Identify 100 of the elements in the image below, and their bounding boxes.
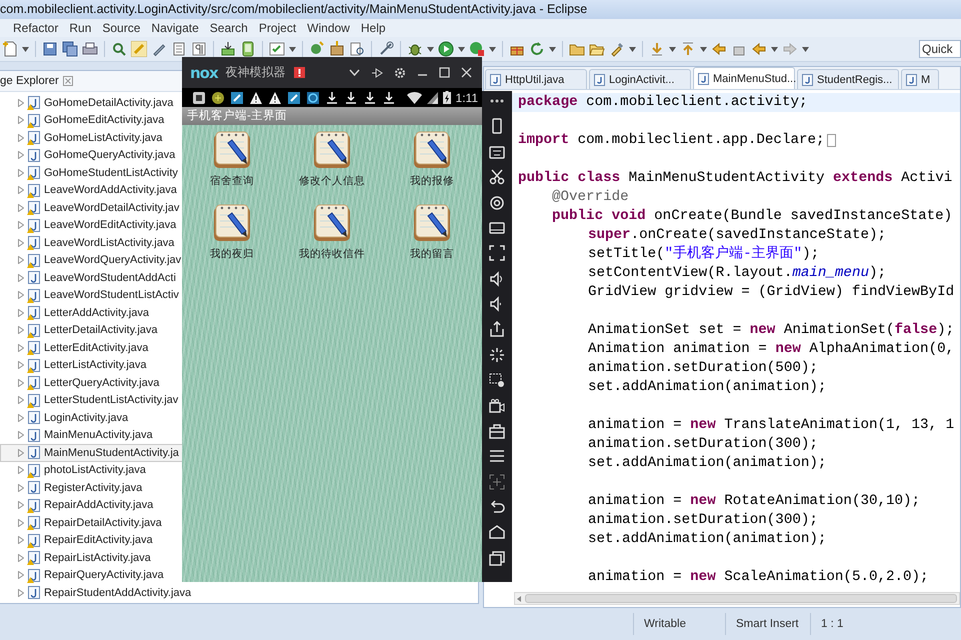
multi-window-icon[interactable] [489, 474, 505, 490]
notepad-icon[interactable] [312, 203, 352, 243]
tree-item[interactable]: LeaveWordDetailActivity.jav [0, 199, 183, 216]
menu-icon[interactable] [489, 448, 505, 464]
monitor-icon[interactable] [489, 220, 505, 236]
settings-icon[interactable] [394, 66, 406, 78]
expand-arrow-icon[interactable] [18, 466, 24, 474]
expand-arrow-icon[interactable] [18, 204, 24, 212]
expand-arrow-icon[interactable] [18, 484, 24, 492]
tree-item[interactable]: LetterDetailActivity.java [0, 322, 183, 339]
tree-item[interactable]: photoListActivity.java [0, 462, 183, 479]
menu-item[interactable]: Window [307, 21, 350, 35]
previous-annotation-icon[interactable] [680, 41, 696, 57]
expand-arrow-icon[interactable] [18, 571, 24, 580]
download-icon[interactable] [220, 41, 236, 57]
expand-arrow-icon[interactable] [18, 168, 24, 177]
tree-item[interactable]: LeaveWordStudentAddActi [0, 269, 183, 286]
tree-item[interactable]: GoHomeStudentListActivity [0, 164, 183, 182]
device-icon[interactable] [240, 41, 256, 57]
menu-item[interactable]: Navigate [151, 21, 199, 35]
expand-arrow-icon[interactable] [18, 501, 24, 510]
tree-item[interactable]: RepairEditActivity.java [0, 532, 183, 549]
tree-item[interactable]: LeaveWordEditActivity.java [0, 216, 183, 234]
expand-arrow-icon[interactable] [18, 98, 24, 107]
expand-arrow-icon[interactable] [18, 414, 24, 422]
shake-icon[interactable] [489, 346, 505, 363]
maximize-icon[interactable] [439, 67, 450, 78]
package-icon[interactable] [329, 41, 345, 57]
tree-item[interactable]: LeaveWordAddActivity.java [0, 182, 183, 199]
expand-arrow-icon[interactable] [18, 326, 24, 334]
back-arrow-icon[interactable] [751, 41, 767, 57]
expand-arrow-icon[interactable] [18, 361, 24, 370]
horizontal-scrollbar[interactable] [514, 592, 960, 605]
expand-arrow-icon[interactable] [18, 291, 24, 300]
notepad-icon[interactable] [412, 203, 452, 243]
scroll-left-icon[interactable] [515, 594, 523, 602]
expand-arrow-icon[interactable] [18, 308, 24, 317]
print-icon[interactable] [82, 41, 98, 57]
dropdown-caret-icon[interactable] [427, 46, 434, 52]
notepad-icon[interactable] [412, 130, 452, 170]
menu-label[interactable]: 我的报修 [410, 174, 454, 188]
notepad-icon[interactable] [212, 203, 252, 243]
menu-item[interactable]: Source [102, 21, 140, 35]
expand-arrow-icon[interactable] [18, 116, 24, 124]
tree-item[interactable]: GoHomeListActivity.java [0, 129, 183, 146]
tree-item[interactable]: LeaveWordQueryActivity.jav [0, 252, 183, 269]
editor-tab[interactable]: LoginActivit... [589, 69, 691, 89]
expand-arrow-icon[interactable] [18, 344, 24, 352]
home-icon[interactable] [489, 524, 505, 540]
expand-arrow-icon[interactable] [18, 536, 24, 544]
quick-access-field[interactable]: Quick [919, 40, 961, 58]
scissors-icon[interactable] [489, 169, 505, 186]
pin-icon[interactable] [371, 66, 383, 78]
volume-up-icon[interactable] [489, 270, 505, 287]
tree-item[interactable]: MainMenuStudentActivity.ja [0, 444, 183, 462]
brush-icon[interactable] [609, 41, 625, 57]
menu-label[interactable]: 我的待收信件 [299, 247, 365, 261]
tool-icon[interactable] [378, 41, 394, 57]
dropdown-caret-icon[interactable] [700, 46, 707, 52]
dropdown-caret-icon[interactable] [629, 46, 636, 52]
refresh-icon[interactable] [529, 41, 545, 57]
menu-item[interactable]: Project [258, 21, 296, 35]
location-icon[interactable] [489, 194, 505, 210]
tree-item[interactable]: GoHomeQueryActivity.java [0, 146, 183, 164]
tree-item[interactable]: LetterQueryActivity.java [0, 374, 183, 392]
tree-item[interactable]: LoginActivity.java [0, 409, 183, 426]
tree-item[interactable]: GoHomeDetailActivity.java [0, 94, 183, 112]
tree-item[interactable]: LetterListActivity.java [0, 356, 183, 374]
new-file-icon[interactable] [2, 41, 18, 57]
expand-arrow-icon[interactable] [18, 256, 24, 264]
expand-arrow-icon[interactable] [18, 238, 24, 247]
expand-arrow-icon[interactable] [18, 431, 24, 440]
document-icon[interactable] [171, 41, 187, 57]
notepad-icon[interactable] [212, 130, 252, 170]
tree-item[interactable]: LeaveWordListActivity.java [0, 234, 183, 252]
menu-label[interactable]: 宿舍查询 [210, 174, 254, 188]
recents-icon[interactable] [489, 550, 505, 566]
menu-item[interactable]: Help [360, 21, 386, 35]
upload-icon[interactable] [489, 321, 505, 338]
close-icon[interactable] [461, 67, 472, 78]
expand-arrow-icon[interactable] [18, 588, 24, 597]
save-icon[interactable] [42, 41, 58, 57]
expand-arrow-icon[interactable] [18, 554, 24, 562]
expand-arrow-icon[interactable] [18, 186, 24, 194]
expand-arrow-icon[interactable] [18, 221, 24, 230]
keyboard-icon[interactable] [489, 144, 505, 160]
run-icon[interactable] [438, 41, 454, 57]
dropdown-caret-icon[interactable] [458, 46, 465, 52]
tree-item[interactable]: LetterAddActivity.java [0, 304, 183, 322]
chevron-down-icon[interactable] [349, 68, 360, 76]
tree-item[interactable]: RepairDetailActivity.java [0, 514, 183, 532]
dropdown-caret-icon[interactable] [489, 46, 496, 52]
checklist-icon[interactable] [269, 41, 285, 57]
back-icon[interactable] [489, 499, 505, 515]
dropdown-caret-icon[interactable] [289, 46, 296, 52]
paragraph-icon[interactable] [191, 41, 207, 57]
mark-occurrences-icon[interactable] [111, 41, 127, 57]
menu-item[interactable]: Search [210, 21, 248, 35]
tree-item[interactable]: MainMenuActivity.java [0, 426, 183, 444]
tree-item[interactable]: LeaveWordStudentListActiv [0, 286, 183, 304]
